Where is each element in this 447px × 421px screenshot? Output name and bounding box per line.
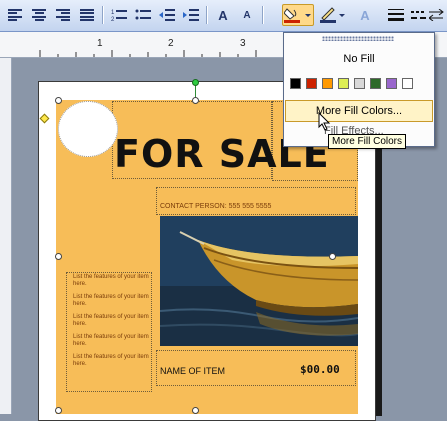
price-text[interactable]: $00.00	[300, 363, 340, 376]
arrow-style-icon	[429, 9, 444, 21]
feature-item: List the features of your item here.	[73, 314, 149, 327]
decrease-indent-button[interactable]	[156, 4, 178, 26]
fill-color-dropdown: No Fill More Fill Colors... Fill Effects…	[283, 32, 435, 147]
bullets-icon	[135, 9, 151, 20]
ruler-label: 1	[97, 38, 103, 49]
numbering-icon: 12	[111, 10, 127, 22]
numbering-button[interactable]: 12	[108, 4, 130, 26]
decrease-indent-icon	[159, 9, 175, 21]
toolbar-separator	[262, 6, 263, 24]
align-right-button[interactable]	[52, 4, 74, 26]
swatch-white[interactable]	[402, 78, 413, 89]
vertical-ruler	[0, 58, 12, 414]
swatch-black[interactable]	[290, 78, 301, 89]
feature-item: List the features of your item here.	[73, 294, 149, 307]
more-fill-colors-tooltip: More Fill Colors	[328, 134, 407, 149]
fill-color-button[interactable]	[282, 4, 314, 26]
increase-indent-icon	[183, 9, 199, 21]
resize-handle[interactable]	[55, 407, 62, 414]
toolbar-separator	[102, 6, 103, 24]
feature-item: List the features of your item here.	[73, 354, 149, 367]
ruler-label: 2	[168, 38, 174, 49]
item-name-text[interactable]: NAME OF ITEM	[160, 366, 225, 376]
shrink-font-icon: A	[243, 9, 251, 21]
align-right-icon	[56, 9, 70, 21]
svg-text:1: 1	[111, 10, 115, 16]
justify-icon	[80, 9, 94, 21]
dash-style-icon	[411, 11, 426, 19]
no-fill-option[interactable]: No Fill	[284, 53, 434, 65]
swatch-purple[interactable]	[386, 78, 397, 89]
mouse-cursor-icon	[318, 112, 331, 131]
ruler-label: 3	[240, 38, 246, 49]
arrow-style-button[interactable]	[428, 4, 446, 26]
swatch-red[interactable]	[306, 78, 317, 89]
svg-text:2: 2	[111, 17, 115, 22]
grow-font-icon: A	[218, 7, 228, 23]
boat-image	[160, 216, 358, 346]
fill-color-icon	[284, 8, 311, 23]
feature-item: List the features of your item here.	[73, 274, 149, 287]
rotation-handle[interactable]	[192, 79, 199, 86]
more-fill-colors-option[interactable]: More Fill Colors...	[285, 100, 433, 122]
logo-placeholder-oval[interactable]	[58, 101, 118, 157]
contact-text[interactable]: CONTACT PERSON: 555 555 5555	[160, 203, 271, 210]
dash-style-button[interactable]	[408, 4, 430, 26]
swatch-gray[interactable]	[354, 78, 365, 89]
grow-font-button[interactable]: A	[212, 4, 234, 26]
swatch-yellow-green[interactable]	[338, 78, 349, 89]
font-color-icon: A	[360, 7, 370, 23]
align-center-button[interactable]	[28, 4, 50, 26]
toolbar-separator	[206, 6, 207, 24]
swatch-orange[interactable]	[322, 78, 333, 89]
menu-drag-grip[interactable]	[322, 36, 394, 41]
shrink-font-button[interactable]: A	[236, 4, 258, 26]
align-center-icon	[32, 9, 46, 21]
formatting-toolbar: 12 A A A	[0, 0, 447, 32]
increase-indent-button[interactable]	[180, 4, 202, 26]
contact-frame[interactable]	[156, 187, 356, 215]
line-color-icon	[320, 7, 345, 23]
color-swatches	[290, 78, 413, 89]
line-style-icon	[388, 9, 404, 21]
feature-item: List the features of your item here.	[73, 334, 149, 347]
resize-handle[interactable]	[192, 97, 199, 104]
swatch-green[interactable]	[370, 78, 381, 89]
line-style-button[interactable]	[385, 4, 407, 26]
resize-handle[interactable]	[55, 253, 62, 260]
resize-handle[interactable]	[329, 253, 336, 260]
align-left-button[interactable]	[4, 4, 26, 26]
justify-button[interactable]	[76, 4, 98, 26]
resize-handle[interactable]	[192, 407, 199, 414]
align-left-icon	[8, 9, 22, 21]
bullets-button[interactable]	[132, 4, 154, 26]
features-list[interactable]: List the features of your item here. Lis…	[73, 274, 151, 374]
font-color-button[interactable]: A	[350, 4, 380, 26]
line-color-button[interactable]	[318, 4, 348, 26]
resize-handle[interactable]	[55, 97, 62, 104]
boat-photo[interactable]	[160, 216, 358, 346]
